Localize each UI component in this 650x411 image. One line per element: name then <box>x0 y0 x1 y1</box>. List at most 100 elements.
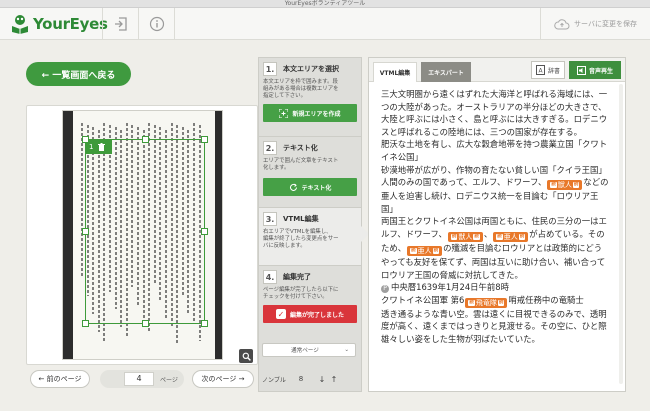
svg-text:A: A <box>538 68 543 75</box>
nombre-label: ノンブル <box>262 376 286 384</box>
editor-tabs: VTML編集 エキスパート A 辞書 音声再生 <box>369 58 625 82</box>
next-page-button[interactable]: 次のページ → <box>192 370 254 388</box>
speaker-icon <box>576 65 586 75</box>
tag-text: 亜人 <box>417 246 432 255</box>
info-button[interactable] <box>138 8 174 40</box>
dictionary-button[interactable]: A 辞書 <box>531 61 565 79</box>
step-description: ページ編集が完了したら以下に チェックを付けて下さい。 <box>263 287 339 300</box>
arrow-up-button[interactable]: ↑ <box>328 375 340 384</box>
magnifier-icon <box>242 352 251 361</box>
tag-text: 獣人 <box>458 232 473 241</box>
text-run: 哨戒任務中の竜騎士 <box>508 294 584 305</box>
reading-tag-chip[interactable]: 読飛竜隊読 <box>465 297 508 308</box>
trash-icon[interactable] <box>98 143 106 151</box>
dictionary-icon: A <box>535 65 545 75</box>
tag-marker: 読 <box>432 247 440 254</box>
heading-marker-icon[interactable]: P <box>381 285 389 294</box>
text-run: クワトイネ公国軍 第6 <box>381 294 465 305</box>
check-icon: ✓ <box>275 309 286 319</box>
window-titlebar: YourEyesボランティアツール <box>0 0 650 8</box>
resize-handle-tr[interactable] <box>201 136 208 143</box>
exit-icon <box>114 17 127 31</box>
step-description: 本文エリアを枠で囲みます。段 組みがある場合は複数エリアを 指定して下さい。 <box>263 79 339 99</box>
page-image-panel: 1 <box>26 105 258 365</box>
scanned-page-image[interactable]: 1 <box>63 111 222 359</box>
tag-text: 獣人 <box>557 181 572 190</box>
edit-complete-label: 編集が完了しました <box>289 311 344 319</box>
reading-tag-chip[interactable]: 読亜人読 <box>407 245 443 256</box>
page-number-input[interactable]: 4 <box>124 372 154 386</box>
tag-marker: 読 <box>450 233 458 240</box>
paragraph: 両国王とクワトイネ公国は両国ともに、住民の三分の一はエルフ、ドワーフ、読獣人読、… <box>381 215 609 281</box>
tag-marker: 読 <box>496 233 503 240</box>
exit-button[interactable] <box>102 8 138 40</box>
app-logo[interactable]: YourEyes <box>10 13 108 35</box>
workflow-steps: 1. 本文エリアを選択 本文エリアを枠で囲みます。段 組みがある場合は複数エリア… <box>258 57 369 392</box>
reading-tag-chip[interactable]: 読亜人読 <box>493 231 529 242</box>
step-2: 2. テキスト化 エリアで囲んだ文章をテキスト 化します。 テキスト化 <box>259 137 361 208</box>
tag-marker: 読 <box>473 233 480 240</box>
scanned-text-column <box>81 123 83 279</box>
tag-text: 飛竜隊 <box>475 298 497 307</box>
vtml-editor-panel: VTML編集 エキスパート A 辞書 音声再生 三大文明圏から遠くはずれた大海洋… <box>368 57 626 392</box>
step-title: VTML編集 <box>283 215 319 223</box>
reading-tag-chip[interactable]: 読獣人読 <box>547 180 583 191</box>
zoom-button[interactable] <box>239 349 253 363</box>
tab-vtml-edit[interactable]: VTML編集 <box>373 62 417 82</box>
paragraph: 砂漠地帯が広がり、作物の育たない貧しい国「クイラ王国」 <box>381 164 607 175</box>
create-area-button[interactable]: 新規エリアを作成 <box>263 104 357 122</box>
step-number: 1. <box>263 62 277 76</box>
tag-marker: 読 <box>410 247 417 254</box>
create-area-label: 新規エリアを作成 <box>292 110 341 118</box>
speech-play-label: 音声再生 <box>588 67 613 75</box>
vtml-text-area[interactable]: 三大文明圏から遠くはずれた大海洋と呼ばれる海域には、一つの大陸があった。オースト… <box>381 88 609 384</box>
save-label: サーバに変更を保存 <box>574 20 637 28</box>
paragraph: P 中央暦1639年1月24日午前8時 <box>381 281 609 294</box>
resize-handle-b[interactable] <box>142 320 149 327</box>
page-type-select[interactable]: 通常ページ ⌄ <box>262 343 356 357</box>
selection-area[interactable]: 1 <box>82 136 208 327</box>
step-3: 3. VTML編集 右エリアでVTMLを編集し、 編集が終了したら変更点をサー … <box>259 208 369 266</box>
text-run: 人間のみの国であって、エルフ、ドワーフ、 <box>381 177 547 188</box>
tag-marker: 読 <box>518 233 526 240</box>
arrow-down-button[interactable]: ↓ <box>316 375 328 384</box>
step-number: 2. <box>263 141 277 155</box>
step-4: 4. 編集完了 ページ編集が完了したら以下に チェックを付けて下さい。 ✓ 編集… <box>259 266 361 342</box>
save-to-server-button[interactable]: サーバに変更を保存 <box>540 8 650 40</box>
resize-handle-bl[interactable] <box>82 320 89 327</box>
page-unit-label: ページ <box>160 376 178 384</box>
step-title: 編集完了 <box>283 273 311 281</box>
logo-text: YourEyes <box>33 15 108 33</box>
page-edge-left <box>63 111 73 359</box>
resize-handle-t[interactable] <box>142 136 149 143</box>
back-to-list-button[interactable]: ← 一覧画面へ戻る <box>26 62 131 86</box>
app-header: YourEyes サーバに変更を保存 <box>0 8 650 40</box>
prev-page-button[interactable]: ← 前のページ <box>30 370 90 388</box>
text-convert-label: テキスト化 <box>301 184 332 192</box>
info-icon <box>149 16 164 32</box>
editor-scrollbar[interactable] <box>619 84 623 384</box>
header-divider <box>174 8 175 40</box>
nombre-value[interactable]: 8 <box>286 375 316 383</box>
resize-handle-tl[interactable] <box>82 136 89 143</box>
paragraph: 肥沃な土地を有し、広大な穀倉地帯を持つ農業立国「クワトイネ公国」 <box>381 139 608 162</box>
speech-play-button[interactable]: 音声再生 <box>569 61 621 79</box>
chevron-down-icon: ⌄ <box>344 347 349 353</box>
resize-handle-r[interactable] <box>201 228 208 235</box>
edit-complete-checkbox[interactable]: ✓ 編集が完了しました <box>263 305 357 323</box>
logo-icon <box>12 15 28 34</box>
resize-handle-l[interactable] <box>82 228 89 235</box>
tab-expert[interactable]: エキスパート <box>421 62 471 82</box>
tag-text: 亜人 <box>503 232 518 241</box>
page-pager: ← 前のページ 4 ページ 次のページ → <box>26 368 258 392</box>
dictionary-label: 辞書 <box>547 67 560 75</box>
page-edge-right <box>215 111 222 359</box>
text-convert-button[interactable]: テキスト化 <box>263 178 357 196</box>
tag-marker: 読 <box>497 299 505 306</box>
selection-tag: 1 <box>86 140 112 154</box>
reading-tag-chip[interactable]: 読獣人読 <box>447 231 483 242</box>
page-type-value: 通常ページ <box>291 348 319 354</box>
step-description: 右エリアでVTMLを編集し、 編集が終了したら変更点をサー バに反映します。 <box>263 229 339 249</box>
resize-handle-br[interactable] <box>201 320 208 327</box>
step-number: 3. <box>263 212 277 226</box>
